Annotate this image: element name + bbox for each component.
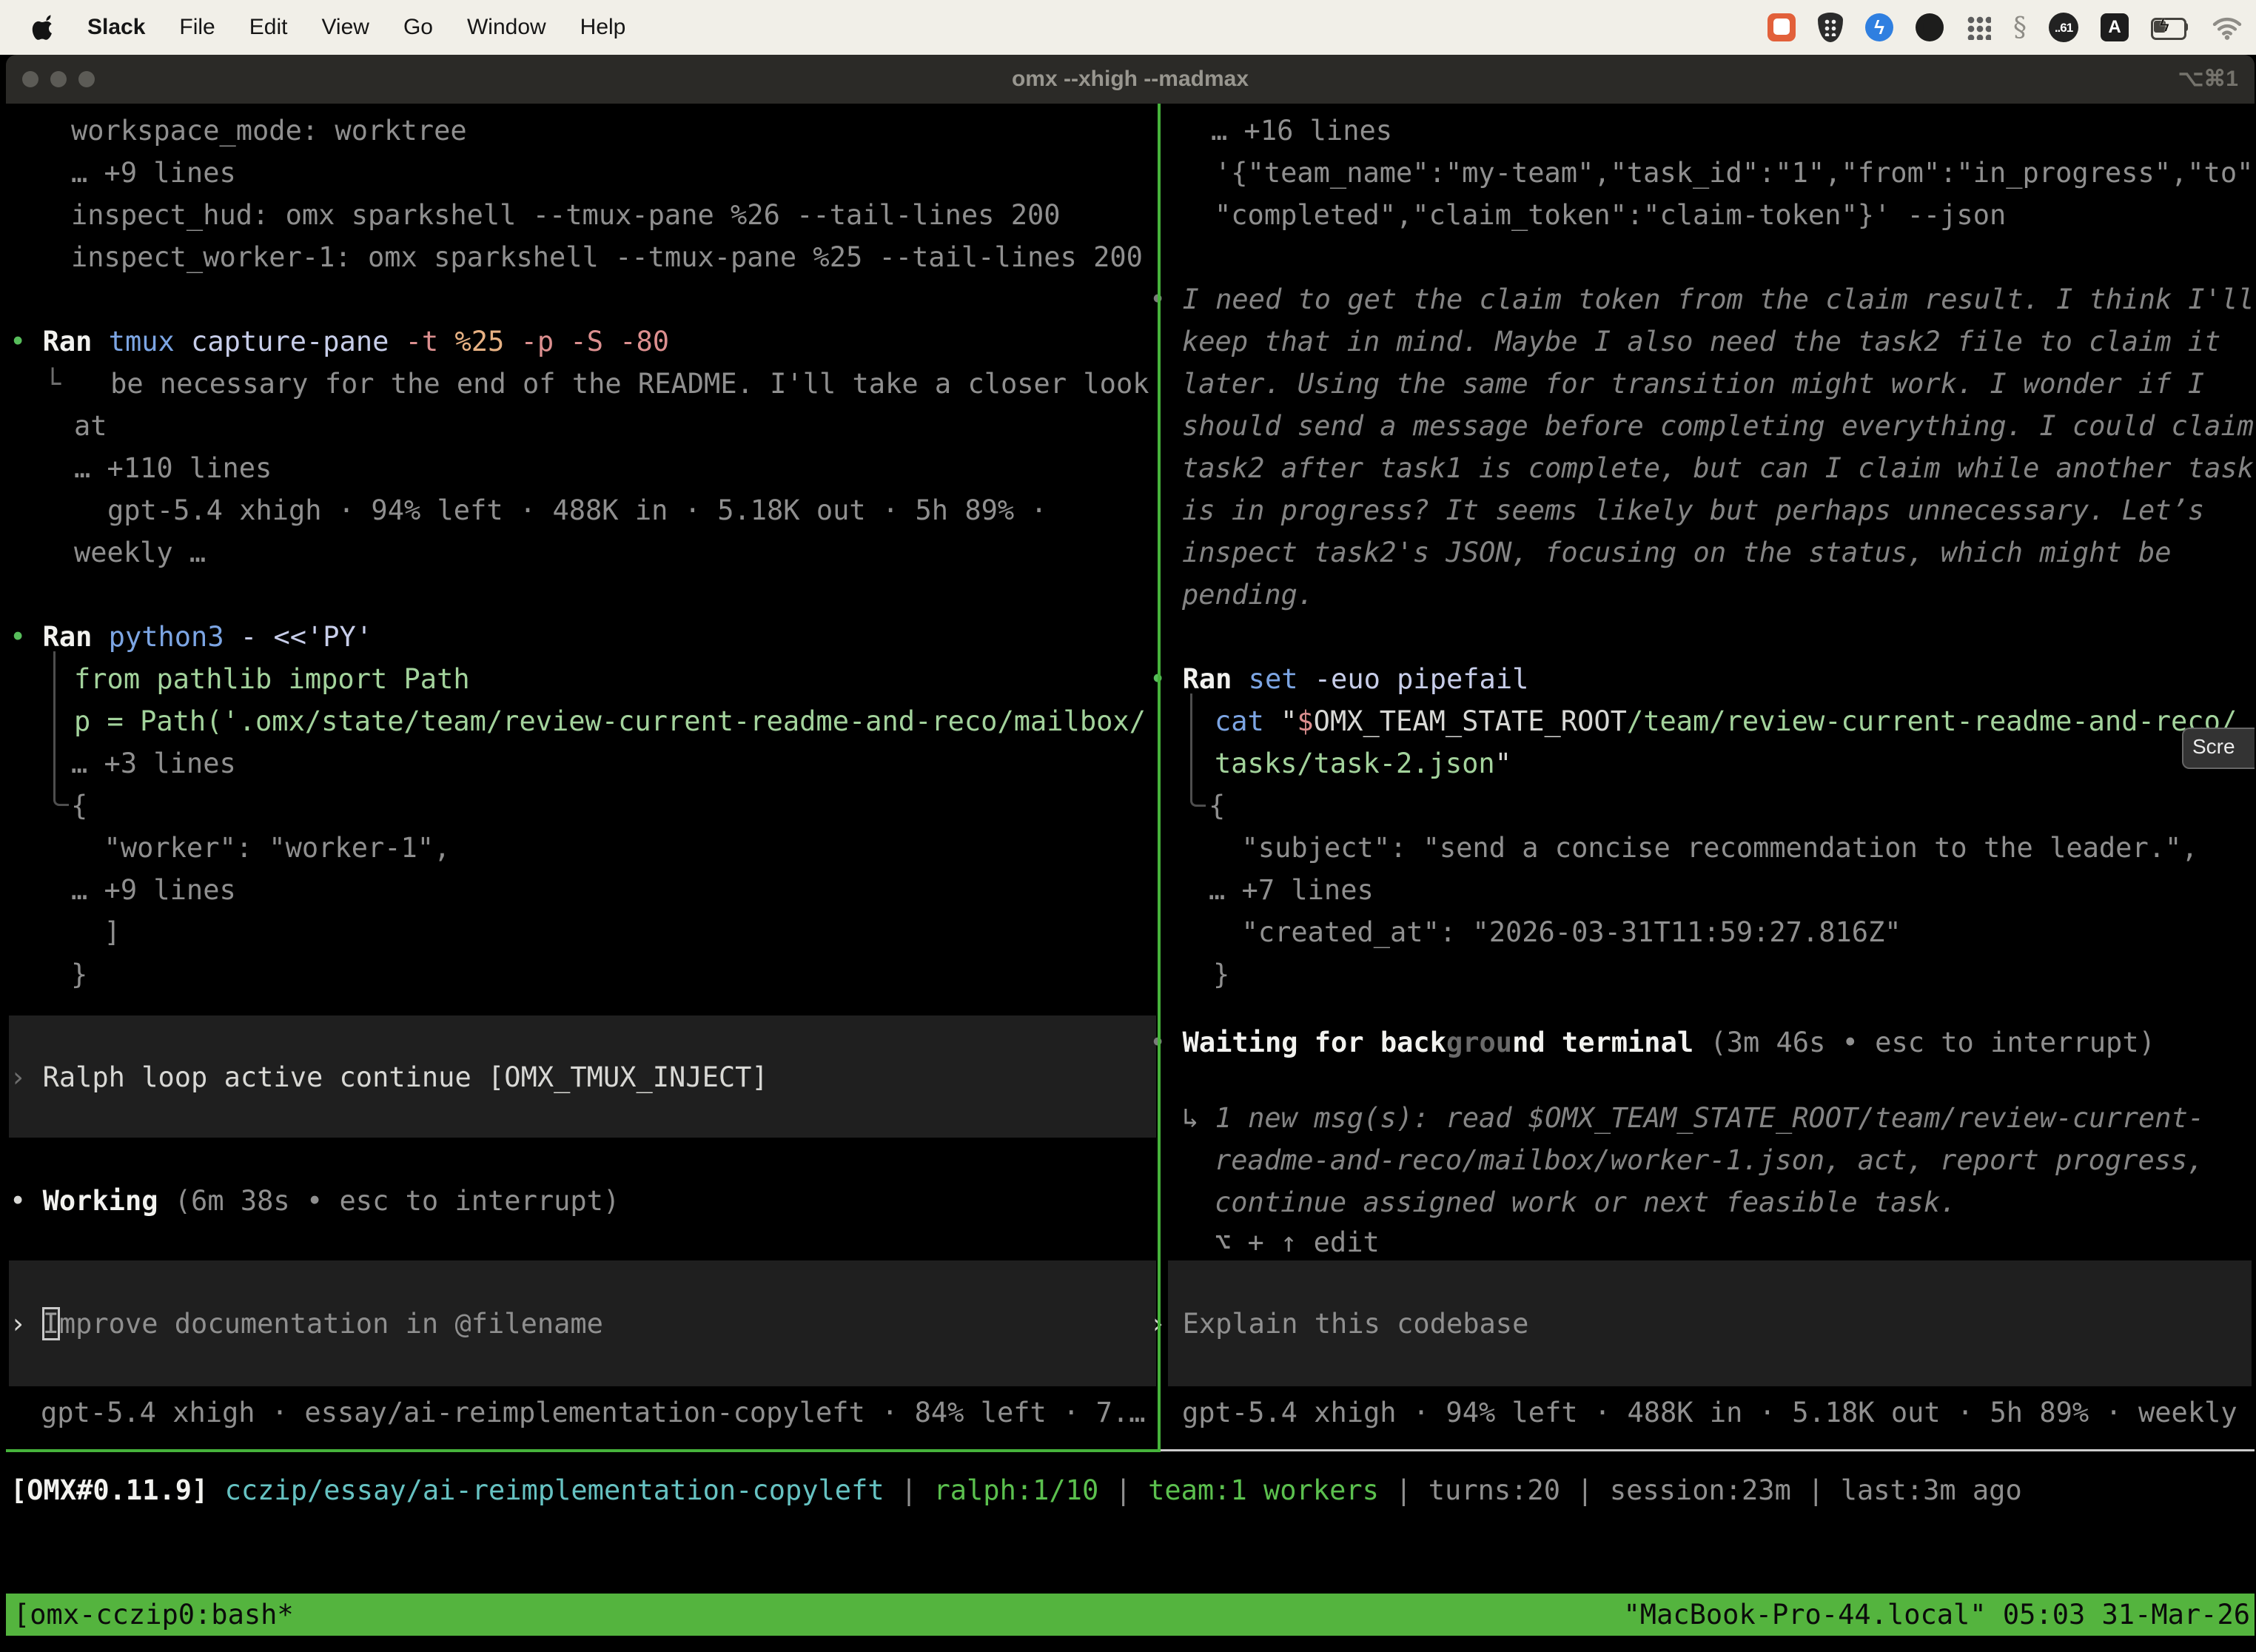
battery-charging-icon[interactable]: ϟ (2151, 18, 2189, 37)
dark-crescent-icon[interactable] (1916, 13, 1944, 41)
terminal-line: cat "$OMX_TEAM_STATE_ROOT/team/review-cu… (1215, 700, 2237, 742)
omx-status-line: [OMX#0.11.9] cczip/essay/ai-reimplementa… (10, 1469, 2022, 1511)
terminal-line: gpt-5.4 xhigh · essay/ai-reimplementatio… (41, 1391, 1145, 1434)
output-connector-left (53, 651, 69, 806)
menu-edit[interactable]: Edit (249, 15, 288, 40)
terminal-line: is in progress? It seems likely but perh… (1182, 489, 2204, 531)
terminal-line: inspect_hud: omx sparkshell --tmux-pane … (71, 194, 1061, 236)
menu-window[interactable]: Window (467, 15, 546, 40)
pane-separator-horizontal-active[interactable] (6, 1449, 1161, 1452)
menu-status-icons: ϟ § ..61 A ϟ (1767, 13, 2256, 43)
terminal-line: inspect_worker-1: omx sparkshell --tmux-… (71, 236, 1143, 278)
terminal-content[interactable]: workspace_mode: worktree… +9 linesinspec… (6, 104, 2255, 1652)
shield-dots (1824, 19, 1837, 36)
battery-nub (2184, 23, 2188, 31)
window-titlebar: omx --xhigh --madmax ⌥⌘1 (6, 55, 2255, 104)
terminal-line: … +9 lines (71, 152, 236, 194)
squiggle-icon[interactable]: § (2013, 13, 2027, 43)
terminal-line: ] (71, 911, 121, 953)
terminal-line: task2 after task1 is complete, but can I… (1182, 447, 2254, 489)
menu-go[interactable]: Go (403, 15, 433, 40)
terminal-line: { (71, 785, 87, 827)
blue-bolt-icon[interactable]: ϟ (1865, 13, 1893, 41)
terminal-line: '{"team_name":"my-team","task_id":"1","f… (1215, 152, 2255, 194)
terminal-line: gpt-5.4 xhigh · 94% left · 488K in · 5.1… (1182, 1391, 2255, 1434)
terminal-line: … +110 lines (74, 447, 272, 489)
terminal-line: • Ran tmux capture-pane -t %25 -p -S -80 (10, 320, 669, 363)
wifi-icon[interactable] (2212, 15, 2243, 40)
terminal-line: … +9 lines (71, 869, 236, 911)
menu-view[interactable]: View (321, 15, 369, 40)
terminal-line: weekly … (74, 531, 206, 574)
terminal-line: ⌥ + ↑ edit (1215, 1221, 1380, 1263)
terminal-line: gpt-5.4 xhigh · 94% left · 488K in · 5.1… (107, 489, 1047, 531)
terminal-line: p = Path('.omx/state/team/review-current… (74, 700, 1146, 742)
terminal-line: at (74, 405, 107, 447)
terminal-line: "subject": "send a concise recommendatio… (1209, 827, 2198, 869)
terminal-line: keep that in mind. Maybe I also need the… (1182, 320, 2220, 363)
terminal-line: continue assigned work or next feasible … (1215, 1181, 1956, 1223)
tmux-host-clock-label: "MacBook-Pro-44.local" 05:03 31-Mar-26 (1624, 1594, 2250, 1636)
terminal-line: • I need to get the claim token from the… (1149, 278, 2255, 320)
terminal-line: } (1213, 953, 1229, 995)
badge-61-icon[interactable]: ..61 (2049, 13, 2078, 42)
screenshot-tooltip: Scre (2182, 728, 2255, 769)
keyboard-layout-icon[interactable]: A (2101, 13, 2129, 41)
tmux-session-label: [omx-cczip0:bash* (13, 1594, 294, 1636)
terminal-line: › Ralph loop active continue [OMX_TMUX_I… (10, 1056, 768, 1098)
terminal-line: › Explain this codebase (1149, 1303, 1528, 1345)
terminal-line: readme-and-reco/mailbox/worker-1.json, a… (1215, 1139, 2204, 1181)
terminal-line: • Ran python3 - <<'PY' (10, 616, 372, 658)
pane-separator-horizontal[interactable] (1161, 1449, 2255, 1451)
terminal-line: "created_at": "2026-03-31T11:59:27.816Z" (1209, 911, 1901, 953)
terminal-line: "completed","claim_token":"claim-token"}… (1215, 194, 2006, 236)
terminal-line: • Waiting for background terminal (3m 46… (1149, 1021, 2155, 1064)
pane-separator-vertical[interactable] (1158, 104, 1161, 1451)
output-connector-right (1190, 694, 1206, 807)
terminal-line: • Ran set -euo pipefail (1149, 658, 1528, 700)
menu-bar: Slack File Edit View Go Window Help ϟ § ..61 A… (0, 0, 2256, 55)
terminal-line: ↳ 1 new msg(s): read $OMX_TEAM_STATE_ROO… (1182, 1097, 2204, 1139)
menu-slack[interactable]: Slack (87, 15, 145, 40)
terminal-line: should send a message before completing … (1182, 405, 2254, 447)
terminal-line: from pathlib import Path (74, 658, 470, 700)
terminal-line: └ be necessary for the end of the README… (44, 363, 1149, 405)
terminal-line: } (71, 953, 87, 995)
terminal-line: later. Using the same for transition mig… (1182, 363, 2204, 405)
terminal-line: › Improve documentation in @filename (10, 1303, 603, 1345)
chat-app-icon[interactable] (1767, 13, 1796, 41)
terminal-line: pending. (1182, 574, 1314, 616)
window-title: omx --xhigh --madmax (6, 55, 2255, 104)
terminal-line: … +7 lines (1209, 869, 1374, 911)
window-shortcut-badge: ⌥⌘1 (2178, 55, 2238, 104)
terminal-line: inspect task2's JSON, focusing on the st… (1182, 531, 2172, 574)
terminal-line: … +3 lines (71, 742, 236, 785)
terminal-window: omx --xhigh --madmax ⌥⌘1 workspace_mode:… (6, 55, 2255, 1652)
apple-icon[interactable] (31, 14, 53, 41)
menu-file[interactable]: File (179, 15, 215, 40)
terminal-line: • Working (6m 38s • esc to interrupt) (10, 1180, 620, 1222)
terminal-line: workspace_mode: worktree (71, 110, 467, 152)
shield-grid-icon[interactable] (1818, 13, 1843, 42)
menu-help[interactable]: Help (580, 15, 626, 40)
menu-item-list: Slack File Edit View Go Window Help (87, 15, 625, 40)
terminal-line: … +16 lines (1211, 110, 1392, 152)
dot-grid-icon[interactable] (1966, 15, 1991, 40)
terminal-line: { (1209, 785, 1225, 827)
terminal-line: tasks/task-2.json" (1215, 742, 1511, 785)
tmux-status-bar: [omx-cczip0:bash* "MacBook-Pro-44.local"… (6, 1594, 2255, 1636)
terminal-line: "worker": "worker-1", (71, 827, 450, 869)
battery-bolt-icon: ϟ (2160, 16, 2169, 36)
